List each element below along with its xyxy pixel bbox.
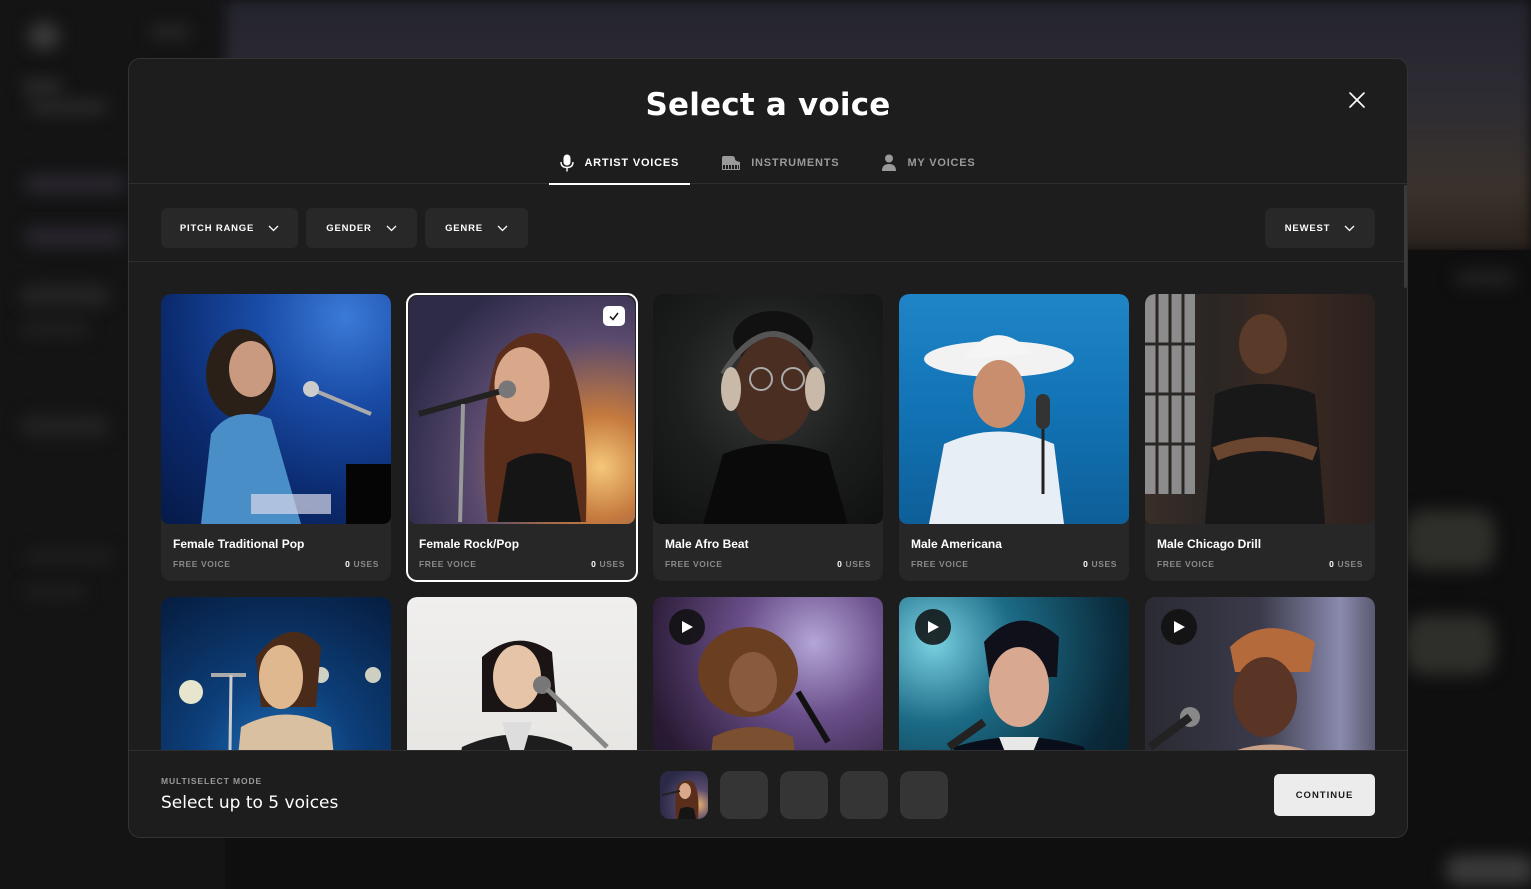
voice-card[interactable] [1145,597,1375,751]
play-icon [1174,621,1185,633]
voice-name: Male Americana [911,537,1002,551]
piano-icon [722,155,741,170]
selected-check-badge [603,306,625,326]
gender-dropdown[interactable]: GENDER [306,208,417,248]
voice-card[interactable] [653,597,883,751]
user-icon [882,154,897,171]
voice-tier: FREE VOICE [911,559,969,569]
play-preview-button[interactable] [915,609,951,645]
chevron-down-icon [386,225,397,231]
uses-label: USES [599,559,625,569]
selection-instruction: Select up to 5 voices [161,793,339,813]
selected-voice-slot-empty [720,771,768,819]
voice-uses: 0 USES [345,559,379,569]
genre-label: GENRE [445,222,483,234]
voice-uses: 0 USES [591,559,625,569]
uses-count: 0 [345,559,351,569]
pitch-range-dropdown[interactable]: PITCH RANGE [161,208,298,248]
tab-label: ARTIST VOICES [584,156,680,169]
voice-thumbnail [1145,294,1375,524]
voice-thumbnail [161,294,391,524]
play-preview-button[interactable] [1161,609,1197,645]
voice-tier: FREE VOICE [173,559,231,569]
selected-voice-slot-empty [840,771,888,819]
selected-voice-slot-empty [900,771,948,819]
voice-name: Male Chicago Drill [1157,537,1262,551]
voice-name: Female Rock/Pop [419,537,520,551]
uses-count: 0 [1083,559,1089,569]
voice-card-selected[interactable]: Female Rock/Pop FREE VOICE 0 USES [406,293,638,582]
select-voice-modal: Select a voice ARTIST VOICES INSTRUMENTS [128,58,1408,838]
voice-thumbnail [161,597,391,751]
voice-thumbnail [899,294,1129,524]
selected-voice-slots [660,771,948,819]
voice-uses: 0 USES [837,559,871,569]
tab-my-voices[interactable]: MY VOICES [870,141,986,184]
play-icon [928,621,939,633]
pitch-range-label: PITCH RANGE [179,222,255,234]
tab-artist-voices[interactable]: ARTIST VOICES [549,141,690,185]
selected-voice-slot-empty [780,771,828,819]
voice-card[interactable] [407,597,637,751]
voice-tier: FREE VOICE [419,559,477,569]
voice-name: Male Afro Beat [665,537,749,551]
uses-count: 0 [837,559,843,569]
sort-label: NEWEST [1284,222,1331,234]
sort-dropdown[interactable]: NEWEST [1265,208,1375,248]
tab-label: INSTRUMENTS [751,156,840,169]
voice-card[interactable]: Male Americana FREE VOICE 0 USES [899,294,1129,581]
close-button[interactable] [1345,88,1369,112]
uses-label: USES [1337,559,1363,569]
voice-card[interactable]: Female Traditional Pop FREE VOICE 0 USES [161,294,391,581]
voice-tier: FREE VOICE [665,559,723,569]
continue-button[interactable]: CONTINUE [1274,774,1375,816]
filter-bar: PITCH RANGE GENDER GENRE NEWEST [129,184,1407,262]
close-icon [1349,92,1365,108]
voice-uses: 0 USES [1329,559,1363,569]
voice-thumbnail [653,597,883,751]
genre-dropdown[interactable]: GENRE [425,208,528,248]
voice-name: Female Traditional Pop [173,537,305,551]
uses-label: USES [845,559,871,569]
modal-title: Select a voice [645,87,891,123]
chevron-down-icon [497,225,508,231]
uses-label: USES [353,559,379,569]
chevron-down-icon [268,225,279,231]
play-icon [682,621,693,633]
voice-card[interactable]: Male Chicago Drill FREE VOICE 0 USES [1145,294,1375,581]
chevron-down-icon [1344,225,1355,231]
voice-thumbnail [653,294,883,524]
microphone-icon [560,154,575,171]
uses-count: 0 [1329,559,1335,569]
voice-thumbnail [407,597,637,751]
voice-card[interactable] [899,597,1129,751]
voice-grid: Female Traditional Pop FREE VOICE 0 USES [129,263,1405,751]
tab-instruments[interactable]: INSTRUMENTS [710,141,850,184]
voice-thumbnail [1145,597,1375,751]
voice-uses: 0 USES [1083,559,1117,569]
uses-count: 0 [591,559,597,569]
voice-card[interactable] [161,597,391,751]
gender-label: GENDER [326,222,372,234]
uses-label: USES [1091,559,1117,569]
voice-thumbnail [899,597,1129,751]
play-preview-button[interactable] [669,609,705,645]
selected-voice-slot-filled[interactable] [660,771,708,819]
multiselect-mode-label: MULTISELECT MODE [161,776,263,786]
tab-label: MY VOICES [907,156,976,169]
voice-tier: FREE VOICE [1157,559,1215,569]
grid-scrollbar[interactable] [1404,185,1407,288]
checkmark-icon [609,312,619,321]
voice-thumbnail [409,296,635,524]
selection-footer: MULTISELECT MODE Select up to 5 voices C… [129,750,1407,837]
voice-tabs: ARTIST VOICES INSTRUMENTS MY VOICES [129,141,1407,185]
voice-card[interactable]: Male Afro Beat FREE VOICE 0 USES [653,294,883,581]
